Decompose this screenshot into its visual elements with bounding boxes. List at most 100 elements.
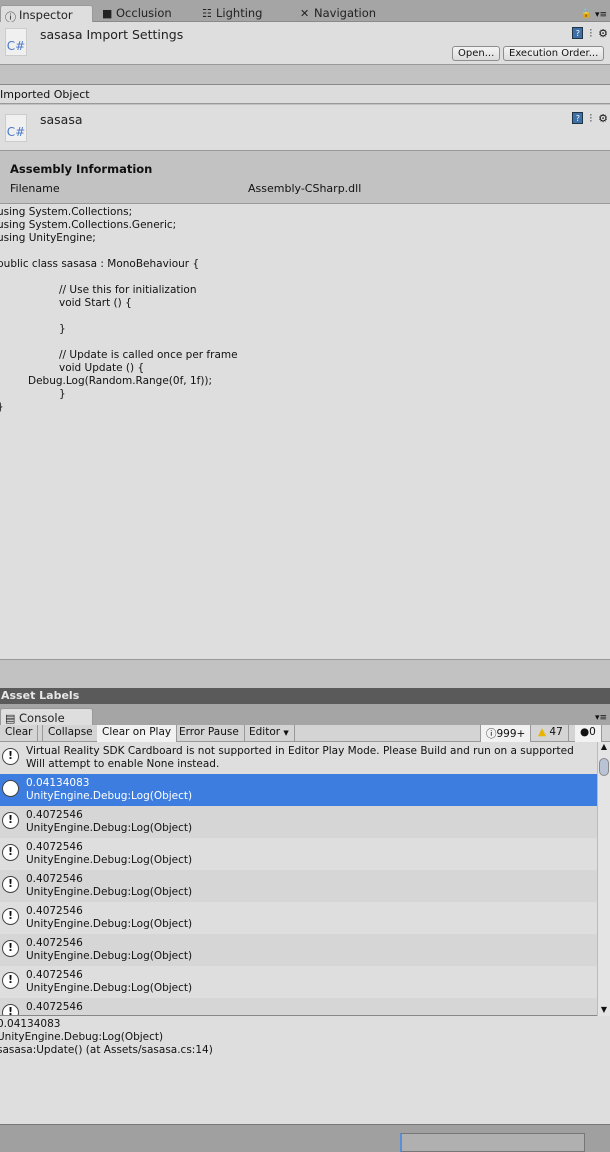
warning-count-toggle[interactable]: ▲ 47 bbox=[533, 725, 569, 742]
code-line: using System.Collections; bbox=[0, 206, 133, 218]
page-title: sasasa Import Settings bbox=[40, 27, 184, 42]
tab-console[interactable]: ▤ Console bbox=[0, 708, 93, 726]
error-icon: ● bbox=[580, 726, 590, 738]
log-message: 0.4072546 bbox=[26, 905, 83, 917]
info-icon: ! bbox=[2, 780, 19, 797]
info-icon: ! bbox=[2, 972, 19, 989]
log-entry[interactable]: !0.4072546UnityEngine.Debug:Log(Object) bbox=[0, 998, 597, 1015]
log-entry[interactable]: ! 0.4072546UnityEngine.Debug:Log(Object) bbox=[0, 902, 597, 934]
scroll-up-icon[interactable]: ▲ bbox=[598, 742, 610, 751]
error-pause-toggle[interactable]: Error Pause bbox=[174, 725, 245, 742]
code-line: using UnityEngine; bbox=[0, 232, 96, 244]
menu-icon[interactable]: ▾≡ bbox=[595, 10, 607, 20]
tab-bar: ⓘ Inspector ■ Occlusion ☷ Lighting ✕ Navigat… bbox=[0, 0, 610, 24]
log-message: 0.4072546 bbox=[26, 969, 83, 981]
log-stack: UnityEngine.Debug:Log(Object) bbox=[26, 886, 193, 898]
info-icon: ! bbox=[2, 940, 19, 957]
progress-box bbox=[400, 1133, 585, 1152]
log-stack: UnityEngine.Debug:Log(Object) bbox=[26, 918, 193, 930]
log-stack: UnityEngine.Debug:Log(Object) bbox=[26, 854, 193, 866]
code-line: } bbox=[0, 388, 66, 400]
assembly-heading: Assembly Information bbox=[10, 162, 153, 176]
log-stack: UnityEngine.Debug:Log(Object) bbox=[26, 790, 193, 802]
object-title: sasasa bbox=[40, 112, 83, 127]
preset-icon[interactable]: ⫶ bbox=[589, 112, 592, 126]
filename-value: Assembly-CSharp.dll bbox=[248, 182, 362, 195]
info-icon: ! bbox=[2, 908, 19, 925]
log-message: 0.4072546 bbox=[26, 1001, 83, 1013]
gear-icon[interactable]: ⚙ bbox=[598, 112, 608, 126]
log-entry[interactable]: ! 0.4072546UnityEngine.Debug:Log(Object) bbox=[0, 838, 597, 870]
info-icon: ! bbox=[2, 844, 19, 861]
code-preview: using System.Collections; using System.Co… bbox=[0, 203, 610, 660]
help-icon[interactable]: ? bbox=[572, 27, 584, 39]
scroll-down-icon[interactable]: ▼ bbox=[598, 1005, 610, 1014]
log-message: 0.4072546 bbox=[26, 873, 83, 885]
imported-object-label: Imported Object bbox=[0, 84, 610, 104]
info-icon: ⓘ bbox=[486, 728, 497, 740]
log-stack: UnityEngine.Debug:Log(Object) bbox=[26, 950, 193, 962]
navigation-icon: ✕ bbox=[300, 7, 310, 20]
log-entry[interactable]: ! Virtual Reality SDK Cardboard is not su… bbox=[0, 742, 597, 774]
lighting-icon: ☷ bbox=[202, 7, 212, 20]
help-icon[interactable]: ? bbox=[572, 112, 584, 124]
tab-occlusion[interactable]: ■ Occlusion bbox=[98, 4, 178, 22]
console-icon: ▤ bbox=[5, 712, 16, 725]
log-message: 0.04134083 bbox=[26, 777, 90, 789]
csharp-file-icon: C# bbox=[5, 28, 27, 56]
open-button[interactable]: Open... bbox=[452, 46, 501, 61]
log-message: Virtual Reality SDK Cardboard is not sup… bbox=[26, 745, 574, 757]
asset-labels-bar[interactable]: Asset Labels bbox=[0, 688, 610, 704]
log-stack: UnityEngine.Debug:Log(Object) bbox=[26, 822, 193, 834]
collapse-button[interactable]: Collapse bbox=[42, 725, 99, 742]
menu-icon[interactable]: ▾≡ bbox=[595, 713, 607, 723]
error-count-toggle[interactable]: ●0 bbox=[575, 725, 602, 742]
log-message: 0.4072546 bbox=[26, 937, 83, 949]
console-log-list[interactable]: ! Virtual Reality SDK Cardboard is not su… bbox=[0, 742, 610, 1016]
tab-navigation[interactable]: ✕ Navigation bbox=[296, 4, 382, 22]
log-detail: 0.04134083 UnityEngine.Debug:Log(Object)… bbox=[0, 1016, 610, 1124]
code-line: // Update is called once per frame bbox=[0, 349, 238, 361]
info-icon: ! bbox=[2, 748, 19, 765]
console-tab-bar: ▤ Console ▾≡ bbox=[0, 704, 610, 726]
log-entry[interactable]: ! 0.4072546UnityEngine.Debug:Log(Object) bbox=[0, 870, 597, 902]
code-line: // Use this for initialization bbox=[0, 284, 197, 296]
lock-icon[interactable]: 🔒 bbox=[581, 9, 592, 19]
code-line: Debug.Log(Random.Range(0f, 1f)); bbox=[0, 375, 213, 387]
log-entry[interactable]: ! 0.04134083 UnityEngine.Debug:Log(Object) bbox=[0, 774, 597, 806]
log-entry[interactable]: ! 0.4072546UnityEngine.Debug:Log(Object) bbox=[0, 934, 597, 966]
tab-inspector[interactable]: ⓘ Inspector bbox=[0, 5, 93, 24]
code-line: } bbox=[0, 323, 66, 335]
log-message: 0.4072546 bbox=[26, 841, 83, 853]
scrollbar[interactable]: ▲ ▼ bbox=[597, 742, 610, 1016]
editor-dropdown[interactable]: Editor ▼ bbox=[244, 725, 295, 742]
occlusion-icon: ■ bbox=[102, 7, 113, 20]
info-icon: ! bbox=[2, 1004, 19, 1015]
log-stack: Will attempt to enable None instead. bbox=[26, 758, 220, 770]
code-line: public class sasasa : MonoBehaviour { bbox=[0, 258, 200, 270]
scrollbar-thumb[interactable] bbox=[599, 758, 609, 776]
code-line: void Start () { bbox=[0, 297, 132, 309]
log-message: 0.4072546 bbox=[26, 809, 83, 821]
log-entry[interactable]: !0.4072546UnityEngine.Debug:Log(Object) bbox=[0, 806, 597, 838]
log-entry[interactable]: !0.4072546UnityEngine.Debug:Log(Object) bbox=[0, 966, 597, 998]
code-line: void Update () { bbox=[0, 362, 145, 374]
csharp-file-icon: C# bbox=[5, 114, 27, 142]
preset-icon[interactable]: ⫶ bbox=[589, 27, 592, 41]
gear-icon[interactable]: ⚙ bbox=[598, 27, 608, 41]
code-line: } bbox=[0, 401, 238, 414]
info-count-toggle[interactable]: ⓘ999+ bbox=[480, 725, 532, 742]
object-header: C# sasasa ? ⫶ ⚙ bbox=[0, 105, 610, 151]
execution-order-button[interactable]: Execution Order... bbox=[503, 46, 605, 61]
warning-icon: ▲ bbox=[538, 726, 547, 738]
tab-lighting[interactable]: ☷ Lighting bbox=[198, 4, 268, 22]
filename-label: Filename bbox=[10, 182, 60, 195]
clear-button[interactable]: Clear bbox=[0, 725, 39, 742]
chevron-down-icon: ▼ bbox=[283, 729, 289, 737]
clear-on-play-toggle[interactable]: Clear on Play bbox=[97, 725, 178, 742]
info-icon: ! bbox=[2, 876, 19, 893]
status-bar bbox=[0, 1124, 610, 1152]
